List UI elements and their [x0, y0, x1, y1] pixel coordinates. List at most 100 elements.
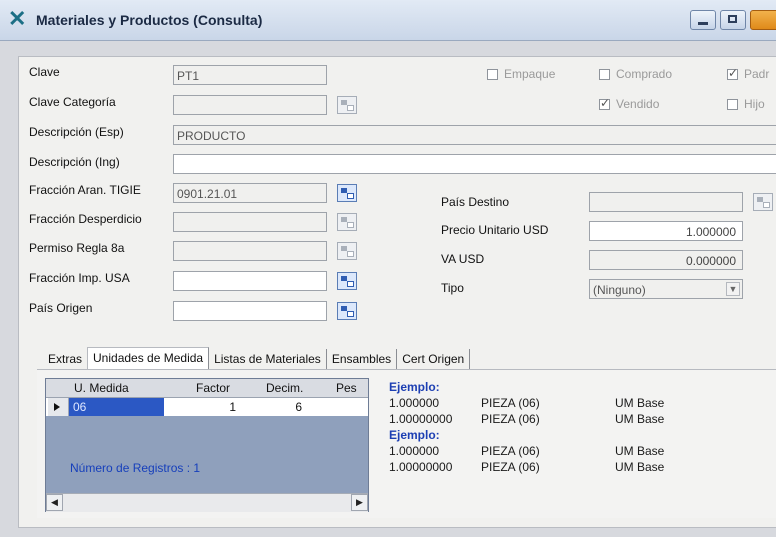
fraccion-desperdicio-label: Fracción Desperdicio	[29, 212, 142, 226]
descripcion-esp-field[interactable]: PRODUCTO	[173, 125, 776, 145]
scroll-left-icon[interactable]: ◀	[46, 494, 63, 511]
example-value: 1.00000000	[389, 412, 453, 426]
minimize-button[interactable]	[690, 10, 716, 30]
tipo-select-value: (Ninguno)	[593, 283, 646, 297]
vendido-checkbox-box[interactable]	[599, 96, 610, 110]
example-row: 1.000000 PIEZA (06) UM Base	[389, 444, 719, 460]
va-usd-label: VA USD	[441, 252, 485, 266]
tab-cert-origen-label: Cert Origen	[402, 352, 465, 366]
tipo-label: Tipo	[441, 281, 464, 295]
example-unit: PIEZA (06)	[481, 412, 540, 426]
example-unit: PIEZA (06)	[481, 396, 540, 410]
clave-field[interactable]: PT1	[173, 65, 327, 85]
permiso-regla-field[interactable]	[173, 241, 327, 261]
comprado-checkbox-label: Comprado	[616, 67, 673, 81]
fraccion-aran-field[interactable]: 0901.21.01	[173, 183, 327, 203]
cell-umedida[interactable]: 06	[69, 398, 164, 416]
pais-origen-label: País Origen	[29, 301, 93, 315]
fraccion-imp-usa-lookup-icon[interactable]	[337, 272, 357, 290]
tab-extras[interactable]: Extras	[43, 349, 87, 369]
example-row: 1.00000000 PIEZA (06) UM Base	[389, 412, 719, 428]
unidades-tab-content: U. Medida Factor Decim. Pes 06 1 6 Númer…	[37, 369, 776, 518]
clave-categoria-lookup-icon[interactable]	[337, 96, 357, 114]
descripcion-ing-label: Descripción (Ing)	[29, 155, 120, 169]
example-unit: PIEZA (06)	[481, 444, 540, 458]
record-count: Número de Registros : 1	[70, 461, 201, 475]
fraccion-imp-usa-field[interactable]	[173, 271, 327, 291]
tipo-select[interactable]: (Ninguno) ▼	[589, 279, 743, 299]
cell-decim[interactable]: 6	[240, 400, 302, 414]
pais-origen-lookup-icon[interactable]	[337, 302, 357, 320]
pais-destino-label: País Destino	[441, 195, 510, 209]
fraccion-aran-label: Fracción Aran. TIGIE	[29, 183, 141, 197]
comprado-checkbox[interactable]: Comprado	[599, 67, 672, 81]
horizontal-scrollbar[interactable]: ◀ ▶	[46, 493, 368, 512]
tab-listas-de-materiales[interactable]: Listas de Materiales	[209, 349, 327, 369]
vendido-checkbox[interactable]: Vendido	[599, 96, 660, 111]
fraccion-desperdicio-lookup-icon[interactable]	[337, 213, 357, 231]
tab-ensambles[interactable]: Ensambles	[327, 349, 398, 369]
padre-checkbox-box[interactable]	[727, 66, 738, 80]
maximize-button[interactable]	[720, 10, 746, 30]
grid-header: U. Medida Factor Decim. Pes	[46, 379, 368, 398]
table-row[interactable]: 06 1 6	[46, 398, 368, 416]
fraccion-desperdicio-field[interactable]	[173, 212, 327, 232]
padre-checkbox-label: Padr	[744, 67, 770, 81]
example-unit: PIEZA (06)	[481, 460, 540, 474]
example-tag: UM Base	[615, 460, 665, 474]
cell-factor[interactable]: 1	[164, 400, 236, 414]
permiso-regla-lookup-icon[interactable]	[337, 242, 357, 260]
pais-destino-field[interactable]	[589, 192, 743, 212]
chevron-down-icon[interactable]: ▼	[726, 282, 740, 296]
tab-ensambles-label: Ensambles	[331, 352, 392, 366]
close-button[interactable]	[750, 10, 776, 30]
example-panel: Ejemplo: 1.000000 PIEZA (06) UM Base 1.0…	[389, 380, 719, 476]
descripcion-ing-field[interactable]	[173, 154, 776, 174]
descripcion-esp-label: Descripción (Esp)	[29, 125, 124, 139]
tab-cert-origen[interactable]: Cert Origen	[397, 349, 471, 369]
example-tag: UM Base	[615, 444, 665, 458]
tab-unidades-de-medida[interactable]: Unidades de Medida	[87, 347, 210, 369]
grid-header-peso[interactable]: Pes	[336, 381, 357, 395]
example-title-2: Ejemplo:	[389, 428, 440, 442]
fraccion-aran-lookup-icon[interactable]	[337, 184, 357, 202]
grid-header-factor[interactable]: Factor	[196, 381, 230, 395]
hijo-checkbox-box[interactable]	[727, 98, 738, 110]
unidades-grid[interactable]: U. Medida Factor Decim. Pes 06 1 6 Númer…	[45, 378, 369, 512]
example-value: 1.000000	[389, 444, 440, 458]
example-row: 1.000000 PIEZA (06) UM Base	[389, 396, 719, 412]
tab-unidades-label: Unidades de Medida	[93, 351, 204, 365]
precio-unitario-field[interactable]: 1.000000	[589, 221, 743, 241]
title-bar: ✕ Materiales y Productos (Consulta)	[0, 0, 776, 41]
pais-destino-lookup-icon[interactable]	[753, 193, 773, 211]
grid-header-decim[interactable]: Decim.	[266, 381, 303, 395]
empaque-checkbox-box[interactable]	[487, 68, 498, 80]
scroll-right-icon[interactable]: ▶	[351, 494, 368, 511]
tab-listas-label: Listas de Materiales	[214, 352, 321, 366]
precio-unitario-label: Precio Unitario USD	[441, 223, 549, 237]
padre-checkbox[interactable]: Padr	[727, 66, 770, 81]
fraccion-imp-usa-label: Fracción Imp. USA	[29, 271, 130, 285]
example-title-1: Ejemplo:	[389, 380, 440, 394]
clave-categoria-field[interactable]	[173, 95, 327, 115]
pais-origen-field[interactable]	[173, 301, 327, 321]
window-title: Materiales y Productos (Consulta)	[36, 12, 263, 28]
tab-extras-label: Extras	[48, 352, 83, 366]
app-logo-icon: ✕	[8, 6, 27, 31]
example-value: 1.000000	[389, 396, 440, 410]
form-panel: Clave Clave Categoría Descripción (Esp) …	[18, 56, 776, 528]
empaque-checkbox[interactable]: Empaque	[487, 67, 555, 81]
example-row: 1.00000000 PIEZA (06) UM Base	[389, 460, 719, 476]
clave-label: Clave	[29, 65, 60, 79]
row-indicator-icon	[48, 398, 69, 416]
permiso-regla-label: Permiso Regla 8a	[29, 241, 125, 255]
va-usd-field[interactable]: 0.000000	[589, 250, 743, 270]
example-tag: UM Base	[615, 412, 665, 426]
grid-header-umedida[interactable]: U. Medida	[74, 381, 129, 395]
example-tag: UM Base	[615, 396, 665, 410]
comprado-checkbox-box[interactable]	[599, 68, 610, 80]
clave-categoria-label: Clave Categoría	[29, 95, 116, 109]
example-value: 1.00000000	[389, 460, 453, 474]
hijo-checkbox[interactable]: Hijo	[727, 97, 765, 111]
vendido-checkbox-label: Vendido	[616, 97, 660, 111]
